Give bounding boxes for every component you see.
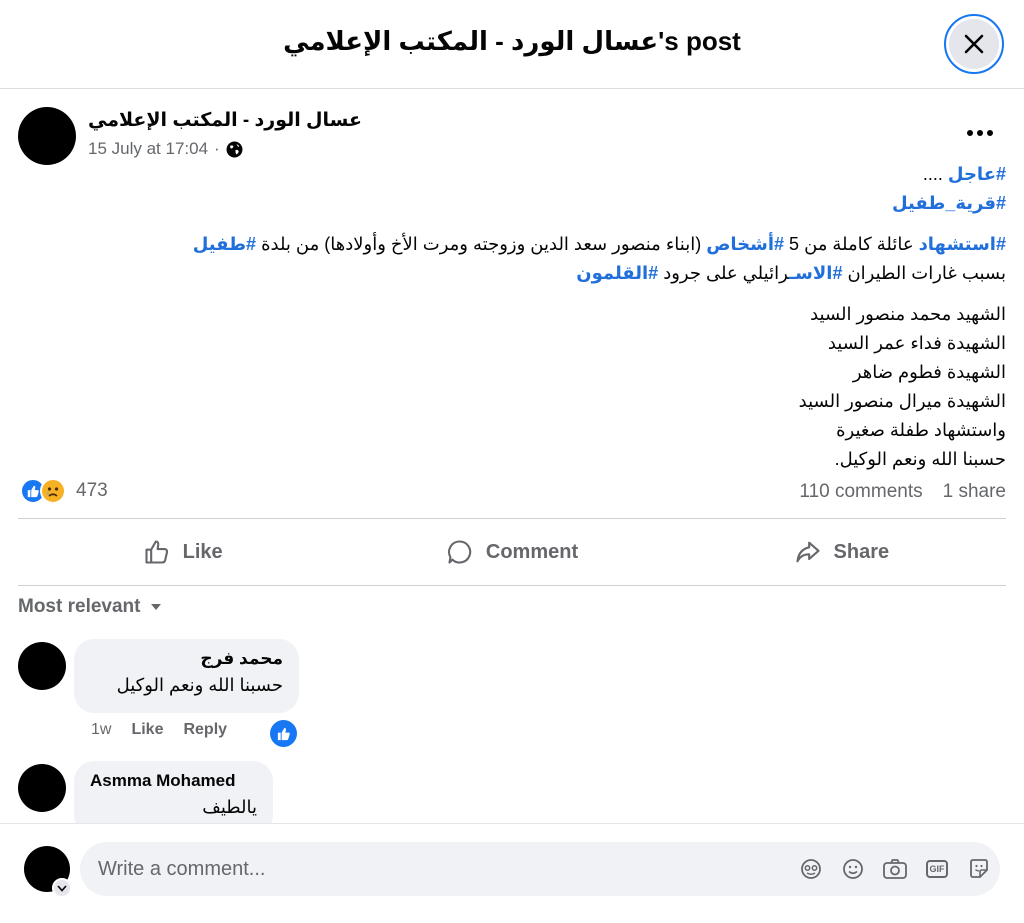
reaction-count: 473 — [76, 480, 108, 501]
sticker-icon[interactable] — [964, 854, 994, 884]
camera-icon[interactable] — [880, 854, 910, 884]
post-name-line: الشهيدة فداء عمر السيد — [827, 333, 1006, 353]
close-icon — [964, 34, 984, 54]
like-button[interactable]: Like — [18, 520, 347, 584]
shares-count-link[interactable]: 1 share — [943, 481, 1006, 503]
comments-count-link[interactable]: 110 comments — [799, 481, 922, 503]
hashtag-link[interactable]: #الاسـ — [789, 263, 842, 283]
post-line-1: #عاجل .... — [16, 160, 1006, 189]
more-options-icon — [967, 130, 993, 136]
dialog-title: عسال الورد - المكتب الإعلامي's post — [283, 26, 741, 56]
post-name-line: الشهيدة فطوم ضاهر — [852, 362, 1006, 382]
comment-like-button[interactable]: Like — [131, 721, 163, 739]
emoji-icon[interactable] — [838, 854, 868, 884]
post-name-line: حسبنا الله ونعم الوكيل. — [834, 449, 1006, 469]
commenter-avatar[interactable] — [18, 764, 66, 812]
reactions-summary[interactable]: 473 — [20, 478, 108, 504]
author-avatar[interactable] — [18, 107, 76, 165]
post-line-4: بسبب غارات الطيران #الاسـرائيلي على جرود… — [16, 259, 1006, 288]
sad-reaction-icon — [40, 478, 66, 504]
like-label: Like — [182, 540, 223, 563]
post-author[interactable]: عسال الورد - المكتب الإعلامي — [88, 109, 362, 132]
comment-sort-dropdown[interactable]: Most relevant — [18, 596, 162, 618]
commenter-name[interactable]: محمد فرج — [90, 649, 283, 669]
comment-text: يالطيف — [202, 797, 257, 817]
divider — [18, 585, 1006, 586]
comment-time[interactable]: 1w — [91, 721, 111, 739]
post-text-fragment: (ابناء منصور سعد الدين وزوجته ومرت الأخ … — [256, 234, 707, 254]
post-timestamp[interactable]: 15 July at 17:04 — [88, 139, 208, 159]
post-text-fragment: بسبب غارات الطيران — [842, 263, 1006, 283]
post-line-3: #استشهاد عائلة كاملة من 5 #أشخاص (ابناء … — [16, 230, 1006, 259]
post-body: #عاجل .... #قرية_طفيل #استشهاد عائلة كام… — [16, 160, 1006, 474]
comment-icon — [447, 540, 472, 564]
share-label: Share — [833, 540, 890, 563]
gif-label: GIF — [926, 860, 948, 878]
post-name-line: واستشهاد طفلة صغيرة — [836, 420, 1006, 440]
composer-icons: GIF — [796, 854, 994, 884]
share-button[interactable]: Share — [677, 520, 1006, 584]
comment-reply-button[interactable]: Reply — [183, 721, 227, 739]
commenter-avatar[interactable] — [18, 642, 66, 690]
gif-icon[interactable]: GIF — [922, 854, 952, 884]
post-line-2: #قرية_طفيل — [16, 189, 1006, 218]
close-button[interactable] — [944, 14, 1004, 74]
post-meta: 15 July at 17:04 · — [88, 139, 243, 159]
comment-actions: 1w Like Reply — [91, 721, 227, 739]
hashtag-link[interactable]: #استشهاد — [919, 234, 1006, 254]
dialog-header: عسال الورد - المكتب الإعلامي's post — [0, 0, 1024, 89]
post-name-line: الشهيدة ميرال منصور السيد — [798, 391, 1006, 411]
commenter-name[interactable]: Asmma Mohamed — [90, 771, 257, 791]
hashtag-link[interactable]: #القلمون — [576, 263, 658, 283]
divider — [18, 518, 1006, 519]
like-icon — [145, 540, 168, 564]
more-options-button[interactable] — [960, 118, 1000, 148]
hashtag-link[interactable]: #قرية_طفيل — [892, 193, 1006, 213]
share-icon — [795, 541, 820, 563]
post-action-bar: Like Comment Share — [18, 520, 1006, 584]
chevron-down-icon[interactable] — [52, 878, 72, 898]
comment-label: Comment — [485, 540, 579, 563]
comment-reaction-badge[interactable] — [270, 720, 297, 747]
hashtag-link[interactable]: #أشخاص — [706, 234, 784, 254]
globe-icon — [226, 141, 243, 157]
comment-text: حسبنا الله ونعم الوكيل — [116, 675, 283, 695]
hashtag-link[interactable]: #طفيل — [193, 234, 256, 254]
hashtag-link[interactable]: #عاجل — [948, 164, 1006, 184]
caret-down-icon — [151, 604, 162, 610]
post-text-fragment: عائلة كاملة من 5 — [784, 234, 919, 254]
like-reaction-icon — [277, 727, 290, 741]
avatar-sticker-icon[interactable] — [796, 854, 826, 884]
post-text-fragment: .... — [922, 164, 948, 184]
post-text-fragment: رائيلي على جرود — [658, 263, 790, 283]
post-stats: 110 comments 1 share — [799, 481, 1006, 503]
comment-button[interactable]: Comment — [347, 520, 676, 584]
post-name-line: الشهيد محمد منصور السيد — [810, 304, 1006, 324]
comment-bubble: محمد فرج حسبنا الله ونعم الوكيل — [74, 639, 299, 713]
sort-label: Most relevant — [18, 596, 141, 617]
meta-separator: · — [214, 139, 220, 158]
